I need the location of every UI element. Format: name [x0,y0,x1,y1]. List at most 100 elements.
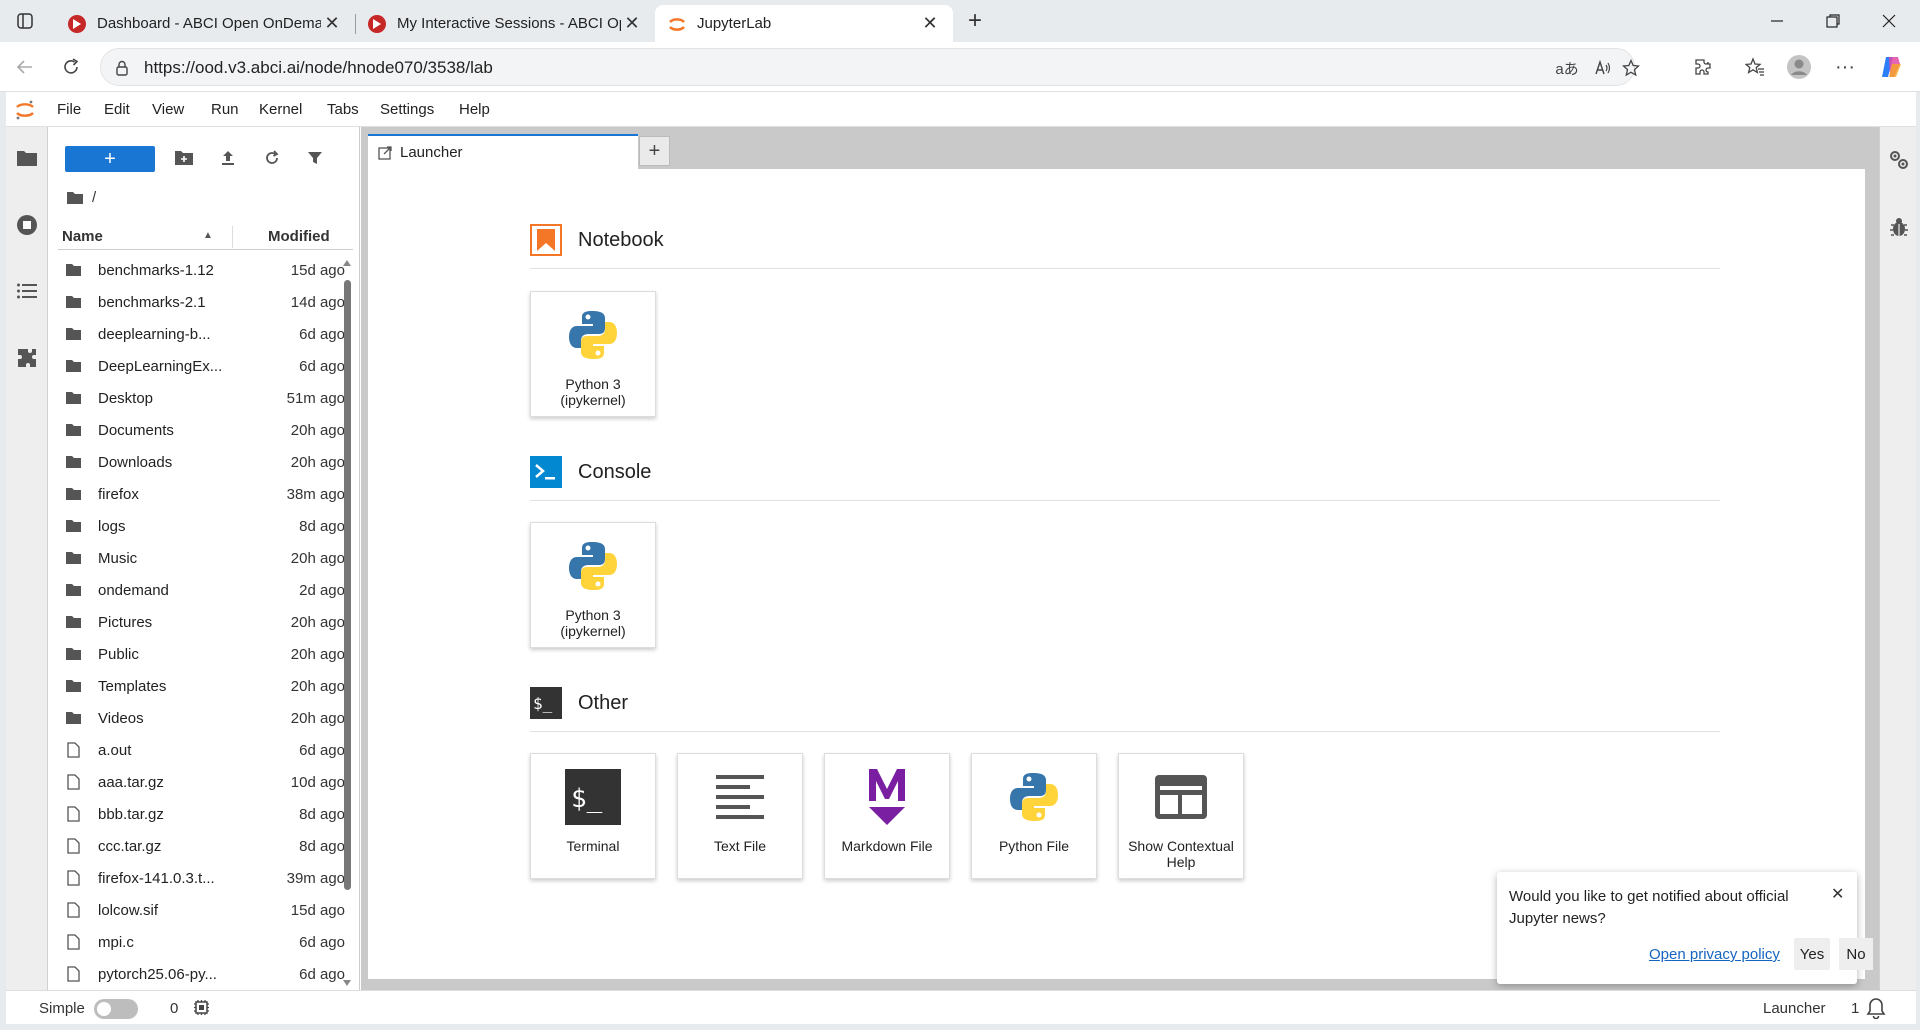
simple-mode-toggle[interactable] [94,999,138,1019]
refresh-files-icon[interactable] [258,145,286,171]
column-header-modified[interactable]: Modified [268,228,330,245]
url-bar[interactable]: https://ood.v3.abci.ai/node/hnode070/353… [100,48,1640,86]
new-tab-icon[interactable]: + [960,7,990,34]
file-list-row[interactable]: benchmarks-2.1 14d ago [58,286,345,318]
read-aloud-icon[interactable] [1589,56,1617,80]
file-list-row[interactable]: firefox-141.0.3.t... 39m ago [58,862,345,894]
file-list-row[interactable]: bbb.tar.gz 8d ago [58,798,345,830]
menu-kernel[interactable]: Kernel [259,101,302,118]
jupyter-logo-icon[interactable] [14,99,36,121]
extension-manager-icon[interactable] [14,345,40,371]
scroll-down-icon[interactable] [342,979,352,987]
privacy-policy-link[interactable]: Open privacy policy [1649,946,1780,963]
restore-icon[interactable] [1808,6,1858,36]
add-tab-button[interactable]: + [639,136,670,166]
menu-settings[interactable]: Settings [380,101,434,118]
file-list-row[interactable]: Pictures 20h ago [58,606,345,638]
copilot-icon[interactable] [1874,52,1908,82]
browser-tab-dashboard[interactable]: Dashboard - ABCI Open OnDemand ✕ [55,5,356,42]
folder-icon [64,327,82,341]
no-button[interactable]: No [1839,938,1873,970]
file-list-row[interactable]: logs 8d ago [58,510,345,542]
extensions-icon[interactable] [1686,52,1720,82]
file-list-row[interactable]: Documents 20h ago [58,414,345,446]
profile-avatar-icon[interactable] [1782,52,1816,82]
new-folder-icon[interactable] [170,145,198,171]
file-list-row[interactable]: lolcow.sif 15d ago [58,894,345,926]
file-list-row[interactable]: Downloads 20h ago [58,446,345,478]
running-sessions-icon[interactable] [14,212,40,238]
notification-count[interactable]: 1 [1851,1000,1859,1017]
file-list-row[interactable]: ccc.tar.gz 8d ago [58,830,345,862]
debugger-icon[interactable] [1886,214,1912,240]
file-list-row[interactable]: Templates 20h ago [58,670,345,702]
menu-help[interactable]: Help [459,101,490,118]
file-list-row[interactable]: firefox 38m ago [58,478,345,510]
file-list-row[interactable]: ondemand 2d ago [58,574,345,606]
column-header-name[interactable]: Name [62,228,103,245]
file-name: lolcow.sif [98,901,159,919]
bell-icon[interactable] [1866,997,1886,1023]
favorites-icon[interactable] [1738,52,1772,82]
menu-run[interactable]: Run [211,101,239,118]
file-browser-icon[interactable] [14,145,40,171]
launcher-card-markdown-file[interactable]: Markdown File [824,753,950,879]
menu-view[interactable]: View [152,101,184,118]
close-tab-icon[interactable]: ✕ [321,13,343,34]
launcher-card-notebook-python3[interactable]: Python 3 (ipykernel) [530,291,656,417]
close-tab-icon[interactable]: ✕ [621,13,643,34]
close-window-icon[interactable] [1864,6,1914,36]
file-list-row[interactable]: Music 20h ago [58,542,345,574]
yes-button[interactable]: Yes [1794,938,1830,970]
close-tab-icon[interactable]: ✕ [919,13,941,34]
breadcrumb-root[interactable]: / [92,189,96,206]
browser-tab-sessions[interactable]: My Interactive Sessions - ABCI Open OnDe… [355,5,655,42]
column-divider[interactable] [232,226,233,248]
filter-icon[interactable] [301,145,329,171]
breadcrumb[interactable]: / [66,189,96,206]
file-name: Documents [98,421,174,439]
file-list-row[interactable]: benchmarks-1.12 15d ago [58,254,345,286]
favorite-star-icon[interactable] [1617,56,1645,80]
refresh-icon[interactable] [54,52,88,82]
file-list-row[interactable]: Videos 20h ago [58,702,345,734]
table-of-contents-icon[interactable] [14,278,40,304]
kernel-status-icon[interactable] [193,999,210,1020]
file-list-row[interactable]: pytorch25.06-py... 6d ago [58,958,345,990]
file-list-scrollbar[interactable] [341,259,353,986]
launcher-card-terminal[interactable]: $_ Terminal [530,753,656,879]
launcher-card-text-file[interactable]: Text File [677,753,803,879]
property-inspector-icon[interactable] [1886,147,1912,173]
upload-icon[interactable] [214,145,242,171]
url-text[interactable]: https://ood.v3.abci.ai/node/hnode070/353… [144,58,493,78]
launcher-card-contextual-help[interactable]: Show Contextual Help [1118,753,1244,879]
more-options-icon[interactable]: ··· [1828,52,1862,82]
menu-file[interactable]: File [57,101,81,118]
tab-launcher[interactable]: Launcher [368,134,638,169]
file-modified: 20h ago [290,421,345,439]
file-list-row[interactable]: a.out 6d ago [58,734,345,766]
launcher-card-python-file[interactable]: Python File [971,753,1097,879]
browser-tab-jupyterlab[interactable]: JupyterLab ✕ [655,5,953,42]
back-icon[interactable] [8,52,42,82]
file-name: Pictures [98,613,153,631]
scrollbar-thumb[interactable] [344,280,351,890]
site-info-icon[interactable] [113,59,131,77]
translate-icon[interactable]: aあ [1553,56,1581,80]
launcher-card-console-python3[interactable]: Python 3 (ipykernel) [530,522,656,648]
menu-tabs[interactable]: Tabs [327,101,359,118]
card-label: Python File [998,838,1070,854]
kernel-count[interactable]: 0 [170,1000,178,1017]
file-list-row[interactable]: DeepLearningEx... 6d ago [58,350,345,382]
tab-actions-icon[interactable] [10,8,40,34]
menu-edit[interactable]: Edit [104,101,130,118]
new-launcher-button[interactable]: + [65,146,155,172]
file-list-row[interactable]: Public 20h ago [58,638,345,670]
file-list-row[interactable]: mpi.c 6d ago [58,926,345,958]
file-list-row[interactable]: deeplearning-b... 6d ago [58,318,345,350]
file-list-row[interactable]: Desktop 51m ago [58,382,345,414]
scroll-up-icon[interactable] [342,259,352,267]
close-icon[interactable]: ✕ [1831,884,1844,904]
minimize-icon[interactable] [1752,6,1802,36]
file-list-row[interactable]: aaa.tar.gz 10d ago [58,766,345,798]
